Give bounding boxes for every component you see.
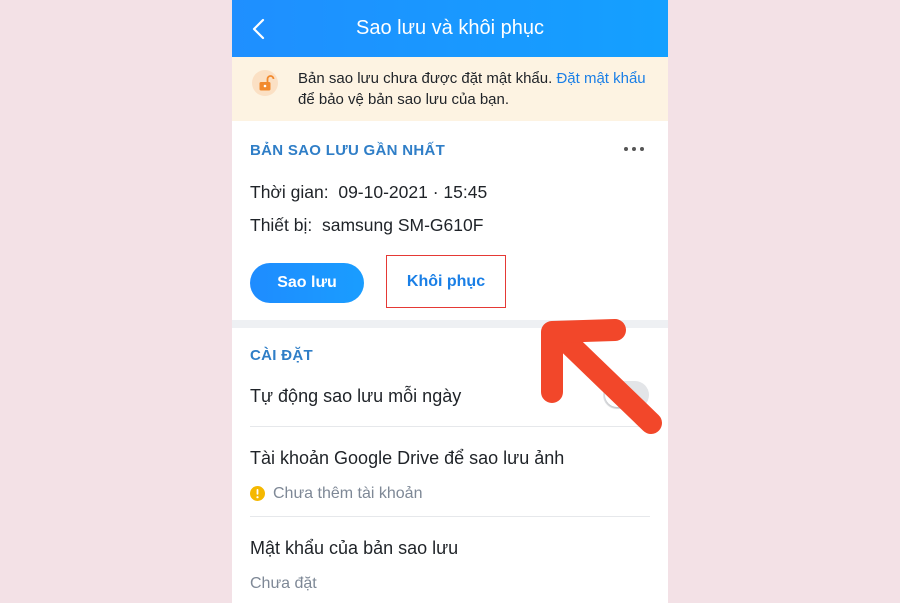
device-label: Thiết bị: [250, 215, 313, 235]
set-password-link[interactable]: Đặt mật khẩu [556, 70, 645, 87]
warning-text-before: Bản sao lưu chưa được đặt mật khẩu. [298, 70, 557, 87]
divider [250, 426, 650, 427]
page-title: Sao lưu và khôi phục [356, 17, 544, 39]
divider [250, 516, 650, 517]
settings-section-title: CÀI ĐẶT [250, 347, 313, 364]
alert-icon [250, 486, 265, 501]
unlocked-lock-icon [252, 70, 278, 96]
backup-password-status: Chưa đặt [250, 575, 317, 592]
backup-time: Thời gian: 09-10-2021 · 15:45 [250, 182, 487, 203]
auto-backup-label: Tự động sao lưu mỗi ngày [250, 386, 462, 406]
backup-button[interactable]: Sao lưu [250, 263, 364, 303]
latest-backup-card: BẢN SAO LƯU GẦN NHẤT Thời gian: 09-10-20… [232, 121, 668, 320]
google-drive-status: Chưa thêm tài khoản [273, 485, 423, 502]
app-header: Sao lưu và khôi phục [232, 0, 668, 57]
time-label: Thời gian: [250, 182, 329, 202]
latest-backup-section-title: BẢN SAO LƯU GẦN NHẤT [250, 142, 446, 159]
settings-card: CÀI ĐẶT Tự động sao lưu mỗi ngày Tài kho… [232, 328, 668, 603]
google-drive-account-label[interactable]: Tài khoản Google Drive để sao lưu ảnh [250, 448, 564, 469]
password-warning-banner: Bản sao lưu chưa được đặt mật khẩu. Đặt … [232, 57, 668, 121]
warning-text-after: để bảo vệ bản sao lưu của bạn. [298, 91, 510, 108]
warning-message: Bản sao lưu chưa được đặt mật khẩu. Đặt … [298, 68, 648, 110]
restore-button[interactable]: Khôi phục [386, 255, 506, 308]
time-value: 09-10-2021 · 15:45 [338, 182, 488, 202]
phone-screen: Sao lưu và khôi phục Bản sao lưu chưa đư… [232, 0, 668, 603]
toggle-knob [605, 383, 629, 407]
more-icon[interactable] [624, 147, 646, 153]
backup-device: Thiết bị: samsung SM-G610F [250, 215, 483, 236]
device-value: samsung SM-G610F [321, 215, 484, 235]
backup-password-label[interactable]: Mật khẩu của bản sao lưu [250, 538, 458, 559]
auto-backup-toggle[interactable] [603, 381, 649, 409]
